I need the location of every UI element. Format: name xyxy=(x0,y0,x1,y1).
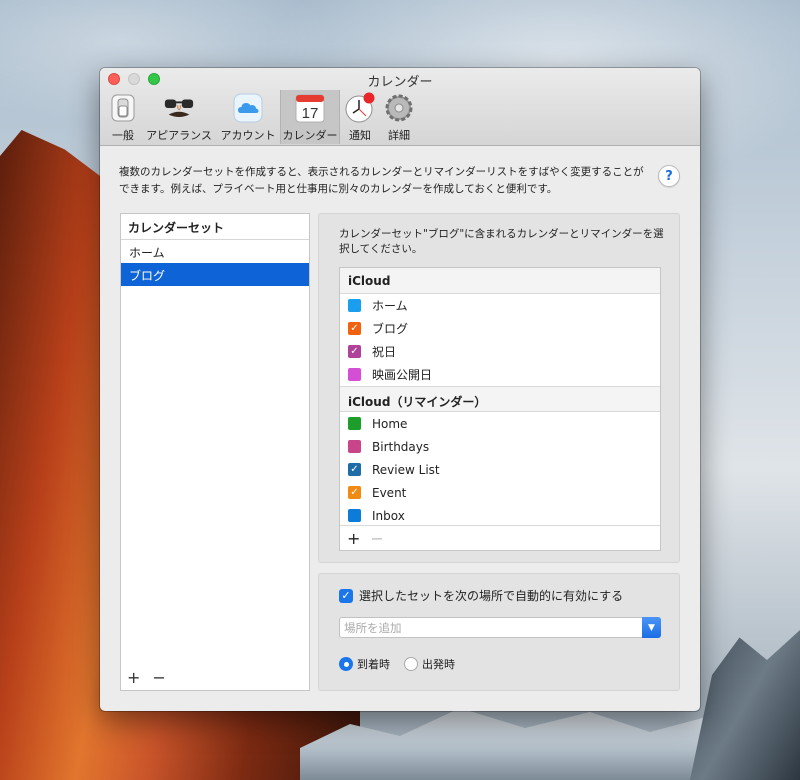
reminder-checkbox[interactable] xyxy=(348,417,361,430)
calendar-preferences-window: カレンダー 一般 アピアランス アカウント 17 カレンダー 通知 詳細 複数の… xyxy=(100,68,700,711)
calendar-label: 映画公開日 xyxy=(372,368,433,382)
tab-label: カレンダー xyxy=(282,129,338,142)
remove-calendar-button[interactable]: − xyxy=(370,529,383,548)
general-switch-icon xyxy=(107,92,139,124)
calendar-day-text: 17 xyxy=(302,105,319,122)
auto-enable-checkbox[interactable]: ✓ xyxy=(339,588,353,603)
tab-accounts[interactable]: アカウント xyxy=(216,90,280,144)
reminder-row[interactable]: ✓ Event xyxy=(340,481,660,504)
calendar-label: ホーム xyxy=(372,299,408,313)
calendar-checkbox[interactable]: ✓ xyxy=(348,322,361,335)
add-calendar-set-button[interactable]: + xyxy=(127,668,140,687)
tab-general[interactable]: 一般 xyxy=(104,90,142,144)
tab-calendar[interactable]: 17 カレンダー xyxy=(280,90,340,144)
departure-radio[interactable] xyxy=(404,657,418,671)
reminder-checkbox[interactable] xyxy=(348,509,361,522)
calendar-row[interactable]: 映画公開日 xyxy=(340,363,660,386)
calendar-label: 祝日 xyxy=(372,345,397,359)
auto-enable-row[interactable]: ✓ 選択したセットを次の場所で自動的に有効にする xyxy=(339,587,623,604)
help-button[interactable]: ? xyxy=(658,165,680,187)
disguise-glasses-icon xyxy=(163,92,195,124)
titlebar: カレンダー 一般 アピアランス アカウント 17 カレンダー 通知 詳細 xyxy=(100,68,700,146)
window-title: カレンダー xyxy=(367,75,433,90)
checklist-footer: + − xyxy=(340,525,660,550)
calendar-checkbox[interactable] xyxy=(348,368,361,381)
tab-label: 通知 xyxy=(349,129,371,142)
reminder-label: Home xyxy=(372,416,408,431)
preferences-content: 複数のカレンダーセットを作成すると、表示されるカレンダーとリマインダーリストをす… xyxy=(100,147,700,711)
tab-advanced[interactable]: 詳細 xyxy=(380,90,418,144)
remove-calendar-set-button[interactable]: − xyxy=(152,668,165,687)
tab-label: アピアランス xyxy=(146,129,212,142)
calendar-selection-group: カレンダーセット"ブログ"に含まれるカレンダーとリマインダーを選択してください。… xyxy=(318,213,680,563)
tab-notifications[interactable]: 通知 xyxy=(340,90,380,144)
calendar-sets-list: カレンダーセット ホーム ブログ + − xyxy=(120,213,310,691)
reminder-label: Birthdays xyxy=(372,439,430,454)
gear-icon xyxy=(383,92,415,124)
reminder-checkbox[interactable]: ✓ xyxy=(348,463,361,476)
tab-label: 詳細 xyxy=(388,129,410,142)
tab-label: アカウント xyxy=(220,129,276,142)
reminder-label: Review List xyxy=(372,462,440,477)
arrival-label: 到着時 xyxy=(357,658,390,671)
calendar-17-icon: 17 xyxy=(294,92,326,124)
reminder-row[interactable]: Birthdays xyxy=(340,435,660,458)
auto-enable-group: ✓ 選択したセットを次の場所で自動的に有効にする 場所を追加 ▼ 到着時 出発時 xyxy=(318,573,680,691)
tab-label: 一般 xyxy=(112,129,134,142)
reminder-label: Event xyxy=(372,485,407,500)
selection-description: カレンダーセット"ブログ"に含まれるカレンダーとリマインダーを選択してください。 xyxy=(339,228,664,255)
icloud-account-icon xyxy=(232,92,264,124)
preferences-toolbar: 一般 アピアランス アカウント 17 カレンダー 通知 詳細 xyxy=(104,90,418,144)
calendar-sets-footer: + − xyxy=(127,668,166,687)
add-calendar-button[interactable]: + xyxy=(347,529,360,548)
tab-appearance[interactable]: アピアランス xyxy=(142,90,216,144)
calendar-row[interactable]: ✓ ブログ xyxy=(340,317,660,340)
calendar-checkbox[interactable]: ✓ xyxy=(348,345,361,358)
trigger-radio-group: 到着時 出発時 xyxy=(339,656,465,672)
calendar-checklist: iCloud ホーム ✓ ブログ ✓ 祝日 映画公開日 iCloud（リマインダ… xyxy=(339,267,661,551)
calendar-row[interactable]: ✓ 祝日 xyxy=(340,340,660,363)
location-field[interactable]: 場所を追加 ▼ xyxy=(339,617,661,638)
reminder-checkbox[interactable]: ✓ xyxy=(348,486,361,499)
calendar-set-item-home[interactable]: ホーム xyxy=(121,240,309,263)
reminder-label: Inbox xyxy=(372,508,405,523)
group-header-icloud: iCloud xyxy=(340,268,660,294)
group-header-icloud-reminders: iCloud（リマインダー） xyxy=(340,386,660,412)
calendar-sets-description: 複数のカレンダーセットを作成すると、表示されるカレンダーとリマインダーリストをす… xyxy=(119,166,644,195)
calendar-label: ブログ xyxy=(372,322,409,336)
calendar-set-item-blog[interactable]: ブログ xyxy=(121,263,309,286)
reminder-checkbox[interactable] xyxy=(348,440,361,453)
clock-notification-icon xyxy=(344,92,376,124)
calendar-row[interactable]: ホーム xyxy=(340,294,660,317)
reminder-row[interactable]: ✓ Review List xyxy=(340,458,660,481)
location-placeholder: 場所を追加 xyxy=(344,621,402,635)
calendar-checkbox[interactable] xyxy=(348,299,361,312)
departure-label: 出発時 xyxy=(422,658,455,671)
chevron-down-icon[interactable]: ▼ xyxy=(642,617,661,638)
reminder-row[interactable]: Home xyxy=(340,412,660,435)
calendar-sets-header: カレンダーセット xyxy=(121,214,309,240)
arrival-radio[interactable] xyxy=(339,657,353,671)
reminder-row[interactable]: Inbox xyxy=(340,504,660,527)
auto-enable-label: 選択したセットを次の場所で自動的に有効にする xyxy=(359,589,624,603)
